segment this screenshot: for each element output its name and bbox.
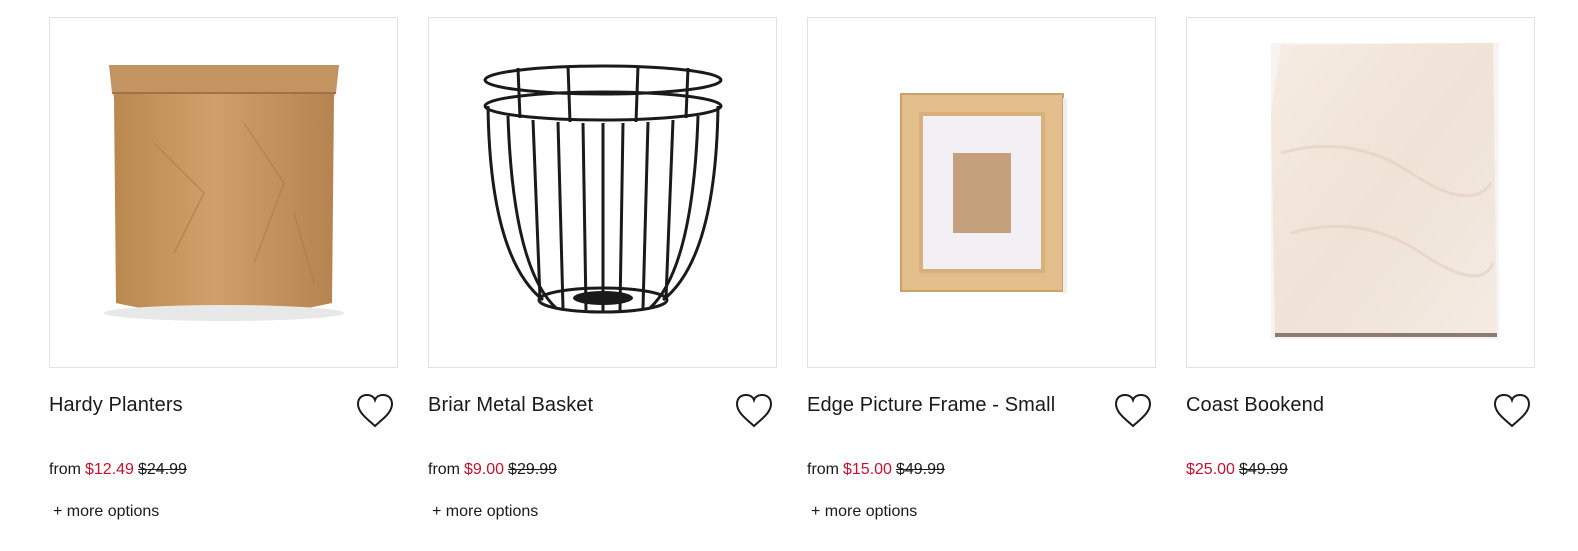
more-options-link[interactable]: + more options — [432, 503, 538, 521]
product-name[interactable]: Edge Picture Frame - Small — [807, 394, 1055, 417]
sale-price: $25.00 — [1186, 461, 1235, 478]
product-name[interactable]: Coast Bookend — [1186, 394, 1324, 417]
more-options-link[interactable]: + more options — [811, 503, 917, 521]
product-name[interactable]: Briar Metal Basket — [428, 394, 593, 417]
product-grid: Hardy Planters from $12.49 $24.99 + more o… — [49, 17, 1535, 520]
product-image-link[interactable] — [807, 17, 1156, 368]
heart-outline-icon[interactable] — [356, 393, 394, 429]
price-line: $25.00 $49.99 — [1186, 461, 1288, 479]
original-price: $49.99 — [1238, 461, 1288, 478]
sale-price: $12.49 — [85, 461, 134, 478]
price-from-label: from — [807, 461, 839, 478]
product-card: Coast Bookend $25.00 $49.99 — [1186, 17, 1535, 478]
heart-outline-icon[interactable] — [1493, 393, 1531, 429]
sale-price: $15.00 — [843, 461, 892, 478]
heart-outline-icon[interactable] — [1114, 393, 1152, 429]
more-options-link[interactable]: + more options — [53, 503, 159, 521]
original-price: $29.99 — [508, 461, 557, 478]
product-image-link[interactable] — [49, 17, 398, 368]
wood-picture-frame-image — [899, 93, 1067, 293]
price-line: from $12.49 $24.99 — [49, 461, 187, 479]
price-from-label: from — [49, 461, 81, 478]
price-line: from $15.00 $49.99 — [807, 461, 945, 479]
heart-outline-icon[interactable] — [735, 393, 773, 429]
product-card: Briar Metal Basket from $9.00 $29.99 + mor… — [428, 17, 777, 520]
product-image-link[interactable] — [428, 17, 777, 368]
sale-price: $9.00 — [464, 461, 505, 478]
price-from-label: from — [428, 461, 460, 478]
black-wire-basket-image — [483, 64, 722, 313]
product-card: Hardy Planters from $12.49 $24.99 + more o… — [49, 17, 398, 520]
price-line: from $9.00 $29.99 — [428, 461, 557, 479]
original-price: $49.99 — [895, 461, 945, 478]
product-image-link[interactable] — [1186, 17, 1535, 368]
original-price: $24.99 — [137, 461, 187, 478]
product-name[interactable]: Hardy Planters — [49, 394, 183, 417]
kraft-paper-bag-planter-image — [103, 64, 344, 321]
product-card: Edge Picture Frame - Small from $15.00 $49… — [807, 17, 1156, 520]
marble-bookend-image — [1270, 42, 1499, 339]
